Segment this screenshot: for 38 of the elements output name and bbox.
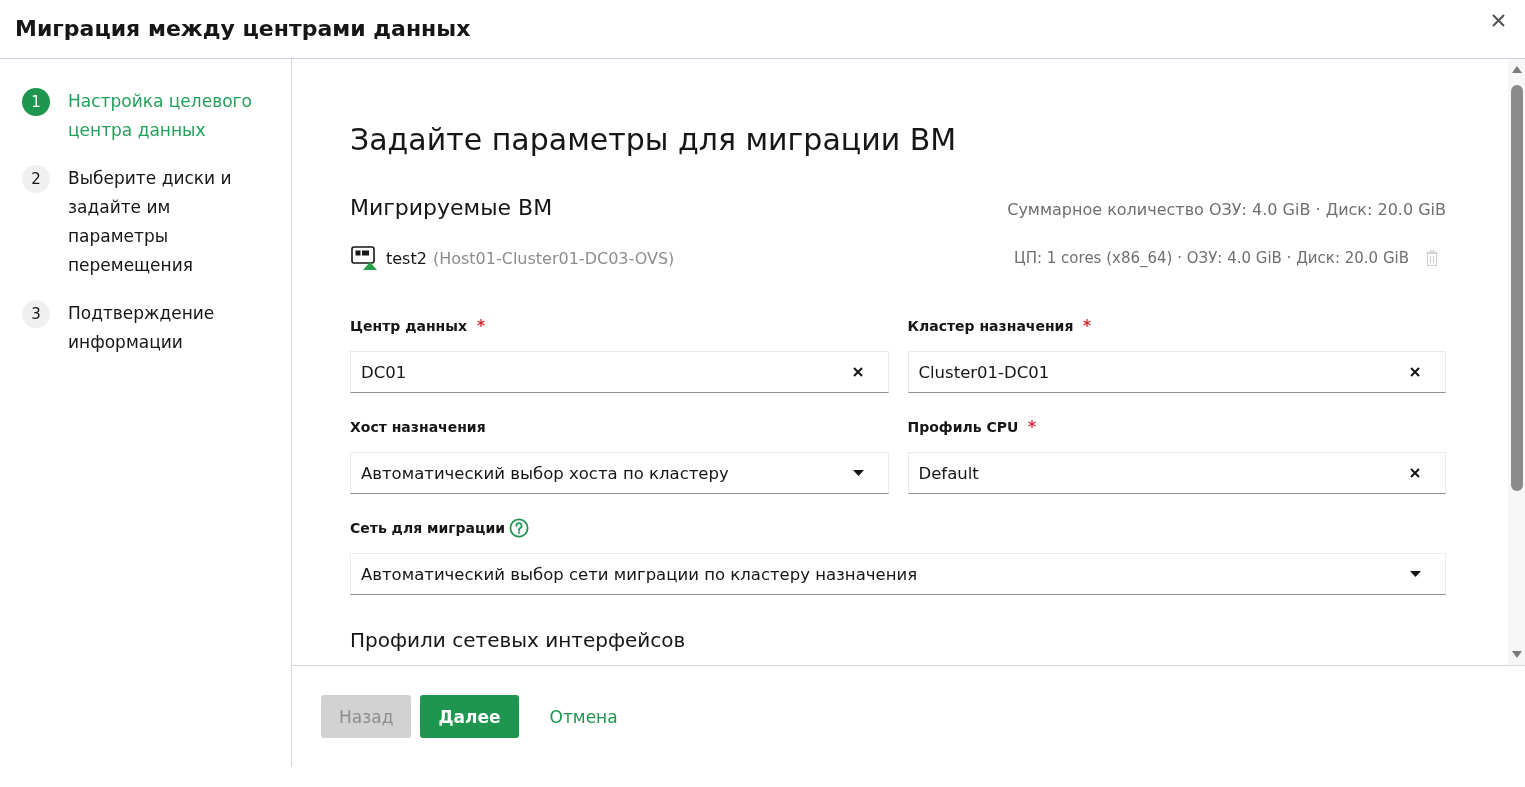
step-number[interactable]: 3 — [22, 300, 50, 328]
scroll-up-icon[interactable] — [1511, 66, 1522, 73]
scrollbar-thumb[interactable] — [1510, 85, 1523, 491]
field-label: Сеть для миграции — [350, 519, 506, 538]
section-title: Мигрируемые ВМ — [350, 194, 553, 222]
help-icon[interactable] — [509, 518, 530, 538]
monitor-icon — [351, 246, 375, 266]
next-button[interactable]: Далее — [420, 695, 519, 738]
step-number[interactable]: 2 — [22, 165, 50, 193]
clear-icon[interactable] — [852, 367, 863, 377]
caret-icon[interactable] — [852, 470, 864, 476]
field-label: Хост назначения — [350, 418, 486, 437]
step-label[interactable]: Подтверждение информации — [68, 299, 263, 357]
caret-icon[interactable] — [1410, 571, 1421, 577]
subsection-title: Профили сетевых интерфейсов — [350, 627, 686, 654]
scroll-down-icon[interactable] — [1511, 651, 1522, 658]
close-button[interactable] — [1492, 14, 1505, 27]
page-title: Задайте параметры для миграции ВМ — [350, 121, 957, 159]
field-label: Профиль CPU — [907, 418, 1019, 437]
clear-icon[interactable] — [1410, 367, 1420, 377]
select-field[interactable]: Default — [907, 452, 1446, 494]
vm-name: test2 — [386, 248, 427, 268]
scrollbar-track[interactable] — [1508, 59, 1525, 665]
vm-host: (Host01-Cluster01-DC03-OVS) — [432, 248, 675, 268]
dialog-title: Миграция между центрами данных — [15, 15, 471, 43]
select-field[interactable]: DC01 — [350, 351, 889, 393]
resources-summary: Суммарное количество ОЗУ: 4.0 GiB · Диск: 20.0 GiB — [1007, 200, 1446, 219]
vm-specs: ЦП: 1 cores (x86_64) · ОЗУ: 4.0 GiB · Диск: 20.0 GiB — [1014, 249, 1409, 267]
step-label[interactable]: Выберите диски и задайте им параметры перемещения — [68, 164, 263, 280]
select-field[interactable]: Cluster01-DC01 — [907, 351, 1446, 393]
field-label: Центр данных — [350, 317, 467, 336]
select-field[interactable]: Автоматический выбор хоста по кластеру — [350, 452, 889, 494]
clear-icon[interactable] — [1410, 468, 1420, 478]
field-label: Кластер назначения — [907, 317, 1074, 336]
cancel-link[interactable]: Отмена — [549, 695, 618, 738]
close-icon — [1492, 14, 1505, 27]
step-number[interactable]: 1 — [22, 88, 50, 116]
select-field[interactable]: Автоматический выбор сети миграции по кластеру назначения — [350, 553, 1446, 595]
